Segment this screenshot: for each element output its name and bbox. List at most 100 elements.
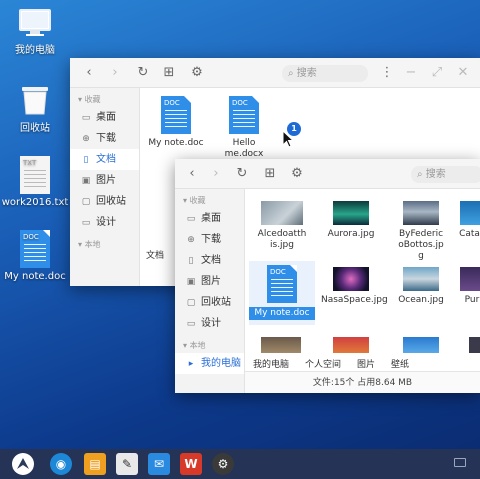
grid-view-icon[interactable]: ⊞ [261, 165, 279, 183]
sidebar-item-design[interactable]: ▭ 设计 [175, 313, 244, 334]
sidebar-section-favorites: ▾ 收藏 [183, 196, 206, 205]
forward-arrow-icon[interactable]: › [207, 165, 225, 183]
monitor-icon [19, 9, 51, 36]
trash-icon [22, 87, 48, 115]
settings-icon[interactable]: ⚙ [212, 453, 234, 475]
file-item-my-note-doc[interactable]: DOC My note.doc [146, 96, 206, 149]
file-manager-window-front: ‹ › ↻ ⊞ ⚙ ⌕ 搜索 ▾ 收藏 ▭ 桌面 ⊕ 下载 ▯ 文档 ▣ 图片 ▢ 回收站… [175, 159, 480, 393]
image-icon: ▣ [81, 176, 91, 186]
notes-icon[interactable]: ✎ [116, 453, 138, 475]
desktop-icon-my-computer[interactable]: 我的电脑 [0, 8, 70, 56]
doc-file-icon: DOC [20, 230, 50, 268]
refresh-icon[interactable]: ↻ [233, 165, 251, 183]
sidebar-item-desktop[interactable]: ▭ 桌面 [70, 107, 139, 128]
file-item-aurora[interactable]: Aurora.jpg [321, 201, 381, 240]
file-item-hello-me-docx[interactable]: DOC Hello me.docx [212, 96, 276, 160]
refresh-icon[interactable]: ↻ [134, 64, 152, 82]
image-thumbnail [460, 267, 480, 291]
desktop-icon-my-note-doc[interactable]: DOC My note.doc [0, 230, 70, 282]
image-thumbnail [403, 201, 439, 225]
desktop-icon-work2016-txt[interactable]: TXT work2016.txt [0, 156, 70, 208]
sidebar-item-desktop[interactable]: ▭ 桌面 [175, 208, 244, 229]
menu-icon[interactable]: ⋮ [378, 64, 396, 82]
desktop-icon-label: 我的电脑 [15, 45, 55, 56]
tab-pictures[interactable]: 图片 [357, 357, 375, 370]
image-thumbnail [333, 201, 369, 225]
search-placeholder: 搜索 [296, 68, 317, 79]
mail-icon[interactable]: ✉ [148, 453, 170, 475]
sidebar-item-download[interactable]: ⊕ 下载 [175, 229, 244, 250]
file-item-nasaspace[interactable]: NasaSpace.jpg [321, 267, 388, 306]
cursor-arrow-icon [282, 130, 294, 148]
sidebar-item-pictures[interactable]: ▣ 图片 [70, 170, 139, 191]
sidebar-item-pictures[interactable]: ▣ 图片 [175, 271, 244, 292]
file-item-alcedoatthis[interactable]: Alcedoatthis.jpg [253, 201, 311, 251]
grid-view-icon[interactable]: ⊞ [160, 64, 178, 82]
search-input[interactable]: ⌕ 搜索 [411, 166, 480, 183]
sidebar-section-favorites: ▾ 收藏 [78, 95, 101, 104]
close-icon[interactable]: ✕ [454, 64, 472, 82]
image-thumbnail[interactable] [333, 337, 369, 353]
sidebar-item-recycle[interactable]: ▢ 回收站 [175, 292, 244, 313]
file-label: My note.doc [148, 138, 204, 148]
tab-personal-space[interactable]: 个人空间 [305, 357, 341, 370]
wps-icon[interactable]: W [180, 453, 202, 475]
files-icon[interactable]: ▤ [84, 453, 106, 475]
sidebar-item-design[interactable]: ▭ 设计 [70, 212, 139, 233]
sidebar-item-documents[interactable]: ▯ 文档 [70, 149, 139, 170]
location-tabs: 我的电脑 个人空间 图片 壁纸 [245, 355, 480, 371]
file-item-pur[interactable]: Pur [457, 267, 480, 306]
file-label: Alcedoatthis.jpg [257, 229, 307, 250]
file-label: Ocean.jpg [398, 295, 444, 305]
file-item-ocean[interactable]: Ocean.jpg [391, 267, 451, 306]
sidebar-item-documents[interactable]: ▯ 文档 [175, 250, 244, 271]
file-item-my-note-doc[interactable]: DOC My note.doc [249, 261, 315, 325]
tab-documents[interactable]: 文档 [146, 248, 164, 261]
image-thumbnail[interactable] [469, 337, 480, 353]
doc-file-icon: DOC [267, 265, 297, 303]
sidebar: ▾ 收藏 ▭ 桌面 ⊕ 下载 ▯ 文档 ▣ 图片 ▢ 回收站 ▭ 设计 ▾ 本地 [70, 88, 140, 286]
file-label: My note.doc [249, 307, 315, 320]
forward-arrow-icon[interactable]: › [106, 64, 124, 82]
search-input[interactable]: ⌕ 搜索 [282, 65, 368, 82]
gear-icon[interactable]: ⚙ [188, 64, 206, 82]
image-thumbnail [333, 267, 369, 291]
minimize-icon[interactable]: − [402, 64, 420, 82]
image-thumbnail [261, 201, 303, 225]
sidebar-item-download[interactable]: ⊕ 下载 [70, 128, 139, 149]
sidebar: ▾ 收藏 ▭ 桌面 ⊕ 下载 ▯ 文档 ▣ 图片 ▢ 回收站 ▭ 设计 ▾ 本地 ▸ 我的电脑 [175, 189, 245, 393]
maximize-icon[interactable]: ⤢ [428, 64, 446, 82]
doc-file-icon: DOC [229, 96, 259, 134]
sidebar-section-local: ▾ 本地 [78, 240, 101, 249]
desktop-icon-label: My note.doc [4, 271, 66, 282]
sidebar-item-recycle[interactable]: ▢ 回收站 [70, 191, 139, 212]
image-icon: ▣ [186, 277, 196, 287]
monitor-icon: ▭ [186, 319, 196, 329]
tab-my-computer[interactable]: 我的电脑 [253, 357, 289, 370]
sidebar-item-my-computer[interactable]: ▸ 我的电脑 [175, 353, 244, 374]
tab-wallpaper[interactable]: 壁纸 [391, 357, 409, 370]
doc-file-icon: DOC [161, 96, 191, 134]
image-thumbnail [460, 201, 480, 225]
back-arrow-icon[interactable]: ‹ [183, 165, 201, 183]
document-icon: ▯ [188, 256, 194, 266]
desktop-icon: ▭ [186, 214, 196, 224]
file-item-catali[interactable]: Catali [457, 201, 480, 240]
titlebar: ‹ › ↻ ⊞ ⚙ ⌕ 搜索 [175, 159, 480, 189]
image-thumbnail[interactable] [261, 337, 301, 353]
titlebar: ‹ › ↻ ⊞ ⚙ ⌕ 搜索 ⋮ − ⤢ ✕ [70, 58, 480, 88]
back-arrow-icon[interactable]: ‹ [80, 64, 98, 82]
file-item-byfedericobottos[interactable]: ByFedericoBottos.jpg [391, 201, 451, 262]
image-thumbnail [403, 267, 439, 291]
txt-file-icon: TXT [20, 156, 50, 194]
keyboard-icon[interactable] [454, 458, 466, 467]
gear-icon[interactable]: ⚙ [288, 165, 306, 183]
image-thumbnail[interactable] [403, 337, 439, 353]
file-type-tag: DOC [23, 233, 39, 241]
document-icon: ▯ [83, 155, 89, 165]
browser-icon[interactable]: ◉ [50, 453, 72, 475]
desktop-icon-recycle-bin[interactable]: 回收站 [0, 82, 70, 134]
launcher-icon[interactable] [12, 453, 34, 475]
file-label: Catali [459, 229, 480, 239]
sidebar-section-local: ▾ 本地 [183, 341, 206, 350]
